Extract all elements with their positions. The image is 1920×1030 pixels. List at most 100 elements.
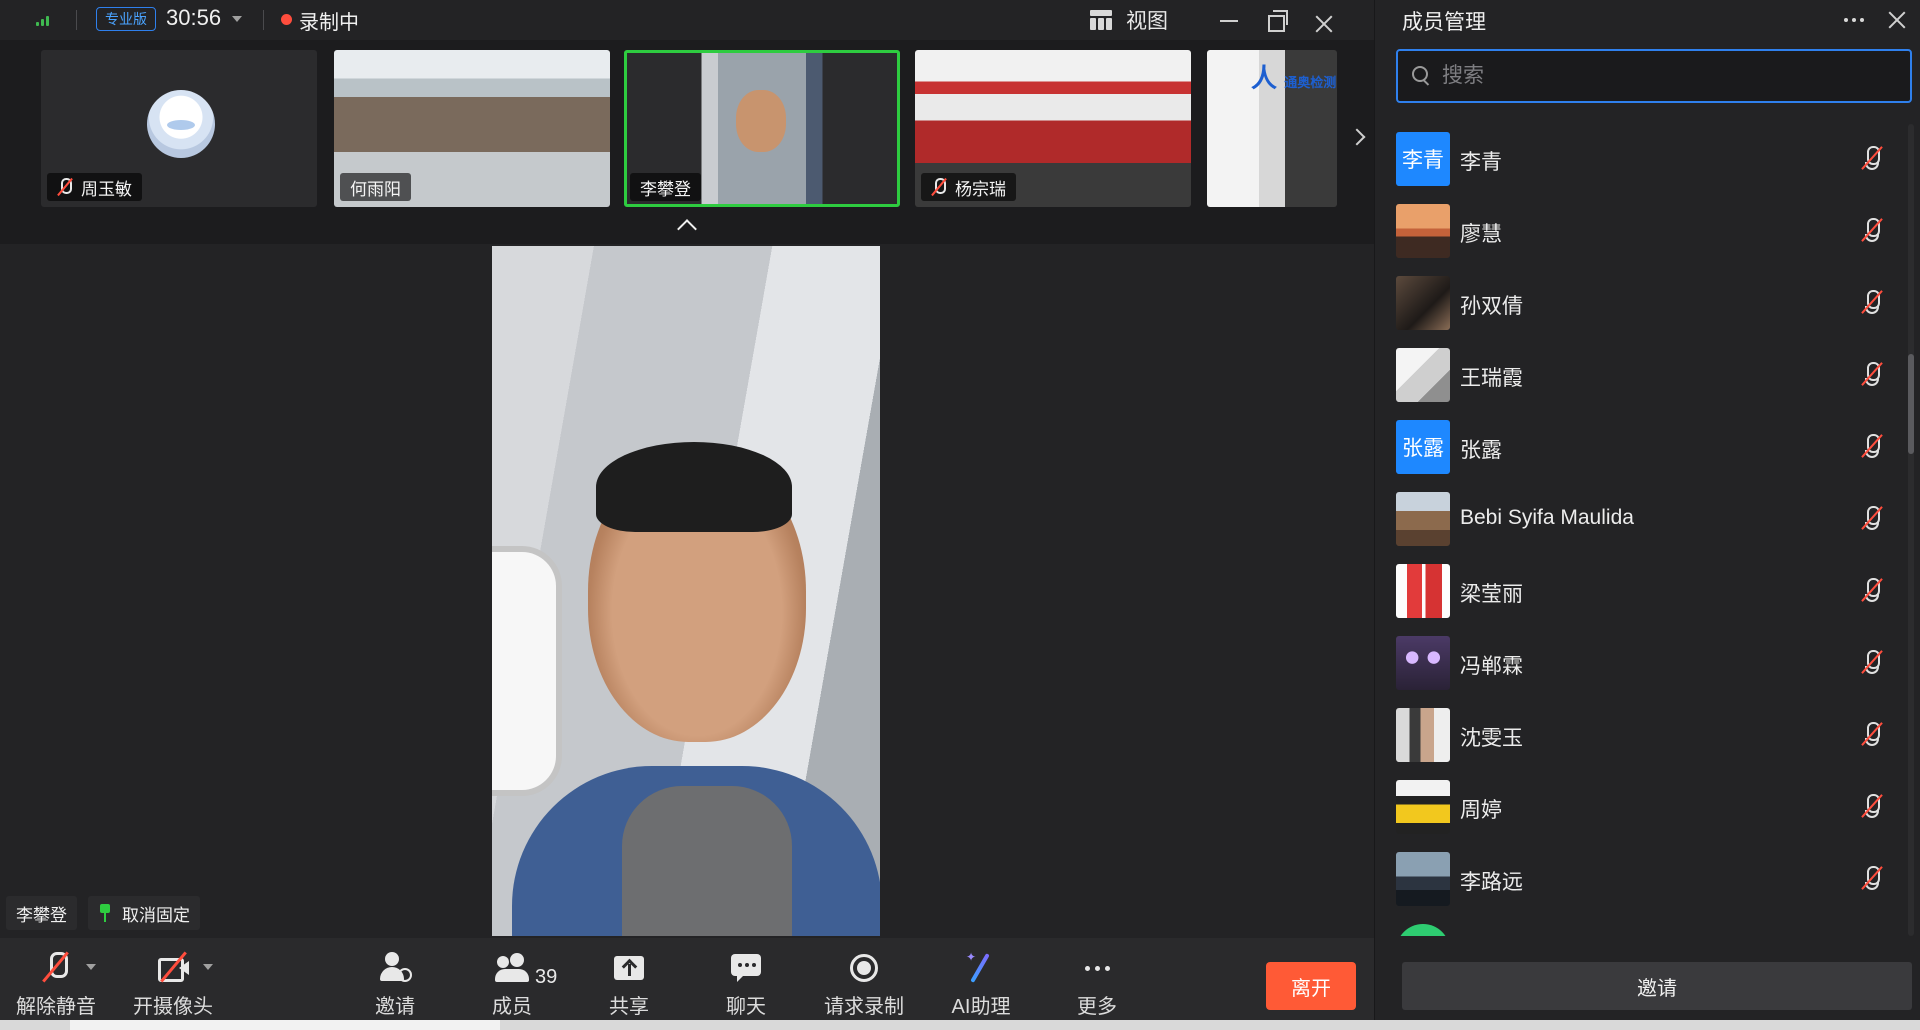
chevron-up-icon[interactable] bbox=[674, 218, 698, 232]
camera-off-icon bbox=[156, 952, 190, 984]
members-count: 39 bbox=[535, 966, 558, 988]
list-item[interactable]: 孙双倩 bbox=[1396, 268, 1884, 340]
avatar bbox=[1396, 636, 1450, 690]
scrollbar-thumb[interactable] bbox=[1908, 354, 1914, 454]
avatar: 张露 bbox=[1396, 420, 1450, 474]
list-item[interactable]: 廖慧 bbox=[1396, 196, 1884, 268]
video-thumbnail[interactable]: 周玉敏 bbox=[41, 50, 317, 207]
member-panel: 成员管理 李青 李青 廖慧 孙双倩 bbox=[1374, 0, 1920, 1020]
list-item[interactable]: 梁莹丽 bbox=[1396, 556, 1884, 628]
member-name: 周婷 bbox=[1460, 799, 1502, 822]
more-button[interactable]: 更多 bbox=[1067, 938, 1127, 1020]
panel-title: 成员管理 bbox=[1402, 11, 1486, 34]
top-bar: 专业版 30:56 录制中 视图 bbox=[0, 0, 1374, 40]
add-user-icon bbox=[378, 952, 412, 984]
chevron-down-icon[interactable] bbox=[232, 16, 242, 22]
record-icon bbox=[847, 952, 881, 984]
ai-assistant-button[interactable]: AI助理 bbox=[944, 938, 1018, 1020]
unpin-button[interactable]: 取消固定 bbox=[88, 896, 200, 930]
chevron-right-icon[interactable] bbox=[1340, 90, 1374, 184]
participant-name: 周玉敏 bbox=[81, 179, 132, 199]
main-video[interactable] bbox=[492, 246, 880, 936]
minimize-button[interactable] bbox=[1210, 4, 1246, 36]
mic-muted-icon[interactable] bbox=[1861, 578, 1884, 606]
list-item[interactable]: 李青 李青 bbox=[1396, 124, 1884, 196]
signal-icon[interactable] bbox=[36, 14, 54, 26]
members-button[interactable]: 39 成员 bbox=[482, 938, 557, 1020]
video-thumbnail[interactable]: ⼈ 通奥检测 bbox=[1207, 50, 1337, 207]
more-options-button[interactable] bbox=[1840, 6, 1868, 34]
mic-muted-icon[interactable] bbox=[1861, 434, 1884, 462]
share-screen-icon bbox=[612, 952, 646, 984]
mic-muted-icon[interactable] bbox=[1861, 362, 1884, 390]
chevron-down-icon[interactable] bbox=[86, 964, 96, 970]
member-search-box[interactable] bbox=[1396, 49, 1912, 103]
member-name: 冯郸霖 bbox=[1460, 655, 1523, 678]
list-item[interactable]: 冯郸霖 bbox=[1396, 628, 1884, 700]
participant-name-tag: 周玉敏 bbox=[47, 173, 142, 201]
member-name: 沈雯玉 bbox=[1460, 727, 1523, 750]
logo-text: 通奥检测 bbox=[1284, 75, 1337, 90]
list-item[interactable]: 王瑞霞 bbox=[1396, 340, 1884, 412]
video-subject-tee bbox=[622, 786, 792, 936]
list-item[interactable]: 周婷 bbox=[1396, 772, 1884, 844]
avatar bbox=[1396, 780, 1450, 834]
more-dots-icon bbox=[1080, 952, 1114, 984]
chevron-down-icon[interactable] bbox=[203, 964, 213, 970]
ai-assistant-label: AI助理 bbox=[951, 996, 1011, 1018]
member-list-scrollbar[interactable] bbox=[1908, 124, 1914, 936]
mic-muted-icon[interactable] bbox=[1861, 650, 1884, 678]
recording-dot-icon bbox=[281, 14, 292, 25]
mic-muted-icon[interactable] bbox=[1861, 506, 1884, 534]
chat-button[interactable]: 聊天 bbox=[716, 938, 776, 1020]
leave-button[interactable]: 离开 bbox=[1266, 962, 1356, 1010]
recording-status[interactable]: 录制中 bbox=[299, 6, 359, 35]
meeting-timer[interactable]: 30:56 bbox=[166, 5, 221, 31]
avatar bbox=[1396, 276, 1450, 330]
list-item[interactable] bbox=[1396, 916, 1884, 936]
close-window-button[interactable] bbox=[1306, 8, 1342, 40]
avatar bbox=[147, 90, 215, 158]
mic-muted-icon[interactable] bbox=[1861, 866, 1884, 894]
list-item[interactable]: 张露 张露 bbox=[1396, 412, 1884, 484]
video-subject-hair bbox=[596, 442, 792, 532]
list-item[interactable]: 李路远 bbox=[1396, 844, 1884, 916]
edition-badge: 专业版 bbox=[96, 7, 156, 31]
member-name: Bebi Syifa Maulida bbox=[1460, 506, 1634, 529]
search-input[interactable] bbox=[1442, 59, 1902, 93]
invite-button[interactable]: 邀请 bbox=[365, 938, 425, 1020]
video-thumbnail[interactable]: 杨宗瑞 bbox=[915, 50, 1191, 207]
avatar bbox=[1396, 204, 1450, 258]
invite-members-button[interactable]: 邀请 bbox=[1402, 962, 1912, 1010]
video-thumbnail[interactable]: 何雨阳 bbox=[334, 50, 610, 207]
grid-view-icon bbox=[1090, 10, 1112, 30]
member-name: 王瑞霞 bbox=[1460, 367, 1523, 390]
share-button[interactable]: 共享 bbox=[599, 938, 659, 1020]
mic-muted-icon[interactable] bbox=[1861, 146, 1884, 174]
close-panel-button[interactable] bbox=[1881, 4, 1913, 36]
unmute-button[interactable]: 解除静音 bbox=[14, 938, 98, 1020]
request-record-button[interactable]: 请求录制 bbox=[818, 938, 910, 1020]
divider bbox=[76, 10, 77, 30]
view-button[interactable]: 视图 bbox=[1090, 4, 1168, 36]
avatar: 李青 bbox=[1396, 132, 1450, 186]
bottom-toolbar: 解除静音 开摄像头 邀请 39 成员 共享 聊天 请求录制 ✦ AI助理 更多 … bbox=[0, 938, 1374, 1020]
mic-muted-icon bbox=[931, 178, 947, 196]
participant-name-tag: 杨宗瑞 bbox=[921, 173, 1016, 201]
mic-muted-icon[interactable] bbox=[1861, 290, 1884, 318]
mic-muted-icon[interactable] bbox=[1861, 218, 1884, 246]
video-thumbnail-active[interactable]: 李攀登 bbox=[624, 50, 900, 207]
airplane-window bbox=[492, 546, 562, 796]
camera-button[interactable]: 开摄像头 bbox=[131, 938, 215, 1020]
speaker-name-tag: 李攀登 bbox=[6, 896, 77, 930]
mic-muted-icon[interactable] bbox=[1861, 722, 1884, 750]
meeting-area: 专业版 30:56 录制中 视图 周玉敏 何雨阳 李攀登 杨宗瑞 ⼈ 通奥检测 … bbox=[0, 0, 1374, 1030]
member-name: 李青 bbox=[1460, 151, 1502, 174]
search-icon bbox=[1412, 66, 1430, 84]
restore-button[interactable] bbox=[1258, 4, 1294, 36]
list-item[interactable]: Bebi Syifa Maulida bbox=[1396, 484, 1884, 556]
list-item[interactable]: 沈雯玉 bbox=[1396, 700, 1884, 772]
mic-muted-icon[interactable] bbox=[1861, 794, 1884, 822]
chat-label: 聊天 bbox=[726, 996, 766, 1018]
taskbar-app[interactable] bbox=[70, 1020, 500, 1030]
